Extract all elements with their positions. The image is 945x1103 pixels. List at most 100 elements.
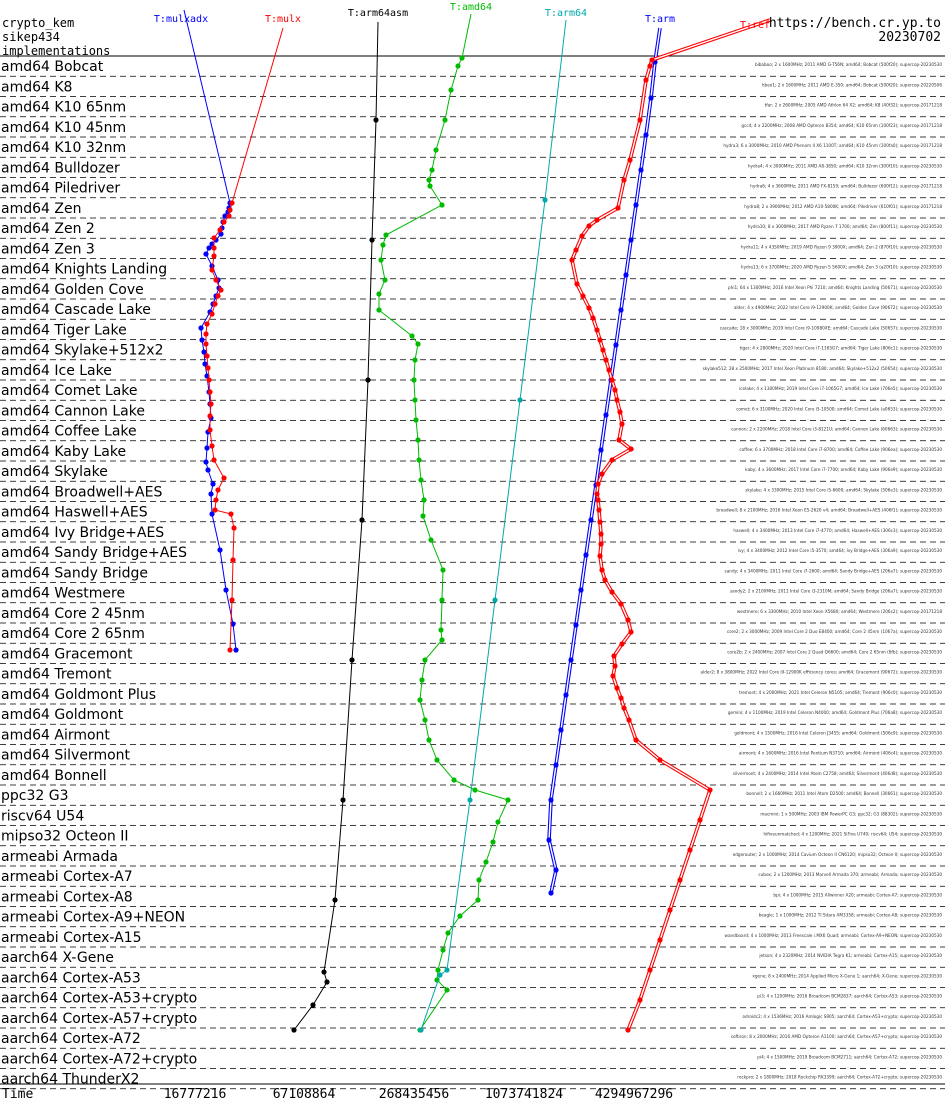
- row-meta-text: silvermont; 4 x 2400MHz; 2014 Intel Atom…: [733, 771, 942, 776]
- series-point: [483, 859, 489, 865]
- row-meta-text: edgerouter; 2 x 1000MHz; 2014 Cavium Oct…: [733, 852, 943, 857]
- series-point: [421, 497, 427, 503]
- series-point: [422, 657, 428, 663]
- series-point: [643, 77, 649, 83]
- series-point: [619, 641, 625, 647]
- row-meta-text: skylake; 4 x 3300MHz; 2015 Intel Core i5…: [745, 487, 942, 492]
- series-point: [205, 365, 211, 371]
- series-point: [210, 481, 216, 487]
- row-label: amd64 Bonnell: [1, 768, 107, 784]
- row-meta-text: westmere; 6 x 3300MHz; 2010 Intel Xeon X…: [737, 609, 942, 614]
- series-point: [615, 205, 621, 211]
- series-layer: [183, 9, 771, 1033]
- series-line: [183, 9, 237, 651]
- x-tick-label: 16777216: [164, 1087, 227, 1102]
- series-point: [579, 233, 585, 239]
- series-point: [457, 913, 463, 919]
- series-point: [602, 577, 608, 583]
- row-meta-text: odroidc2; 4 x 1536MHz; 2016 Amlogic S905…: [742, 1014, 942, 1019]
- series-point: [625, 1027, 631, 1033]
- series-point: [648, 95, 654, 101]
- series-point: [612, 387, 618, 393]
- series-point: [553, 867, 559, 873]
- series-point: [418, 1027, 424, 1033]
- series-point: [490, 839, 496, 845]
- series-t-arm64: [418, 19, 567, 1033]
- series-point: [606, 367, 612, 373]
- series-point: [420, 513, 426, 519]
- series-point: [623, 272, 629, 278]
- row-meta-text: jetson; 4 x 2320MHz; 2014 NVIDIA Tegra K…: [758, 953, 942, 958]
- series-point: [442, 117, 448, 123]
- series-point: [205, 467, 211, 473]
- series-point: [647, 63, 653, 69]
- series-point: [439, 597, 445, 603]
- header: crypto_kem sikep434 implementations http…: [2, 16, 941, 58]
- row-label: amd64 Comet Lake: [1, 383, 138, 399]
- row-meta-text: wandboard; 4 x 1000MHz; 2013 Freescale i…: [725, 933, 943, 938]
- series-point: [597, 519, 603, 525]
- series-point: [227, 207, 233, 213]
- series-point: [614, 685, 620, 691]
- series-point: [233, 647, 239, 653]
- series-point: [603, 357, 609, 363]
- series-line-outer: [570, 18, 771, 1031]
- row-label: amd64 Piledriver: [1, 181, 120, 197]
- series-point: [558, 727, 564, 733]
- series-point: [598, 531, 604, 537]
- row-meta-text: bonnell; 2 x 1660MHz; 2011 Intel Atom D2…: [746, 791, 942, 796]
- series-point: [626, 717, 632, 723]
- series-t-mulxadx: [183, 9, 239, 653]
- series-point: [657, 937, 663, 943]
- row-label: amd64 Coffee Lake: [1, 424, 137, 440]
- series-point: [435, 967, 441, 973]
- row-meta-text: beagle; 1 x 1000MHz; 2012 TI Sitara AM33…: [759, 913, 943, 918]
- series-point: [221, 475, 227, 481]
- series-t-mulx: [203, 27, 284, 653]
- series-point: [595, 481, 601, 487]
- row-label: amd64 Tremont: [1, 667, 112, 683]
- row-meta-text: ivy; 4 x 3400MHz; 2012 Intel Core i5-357…: [738, 548, 943, 553]
- series-t-arm64asm: [291, 21, 379, 1033]
- row-label: amd64 Sandy Bridge: [1, 565, 148, 581]
- series-point: [198, 325, 204, 331]
- series-label: T:arm: [645, 14, 675, 25]
- series-point: [359, 517, 365, 523]
- header-primitive: crypto_kem: [2, 16, 74, 30]
- series-point: [548, 797, 554, 803]
- x-axis-label: Time: [2, 1087, 33, 1102]
- series-point: [203, 331, 209, 337]
- row-labels: amd64 Bobcat amd64 K8 amd64 K10 65nm amd64 …: [1, 59, 197, 1088]
- series-point: [625, 617, 631, 623]
- series-point: [613, 342, 619, 348]
- series-point: [616, 437, 622, 443]
- row-meta-text: tremont; 4 x 2000MHz; 2021 Intel Celeron…: [739, 690, 942, 695]
- series-point: [223, 587, 229, 593]
- series-point: [588, 517, 594, 523]
- series-point: [416, 457, 422, 463]
- row-label: ppc32 G3: [1, 788, 69, 804]
- series-point: [310, 1002, 316, 1008]
- row-meta-text: airmont; 4 x 1600MHz; 2016 Intel Pentium…: [739, 751, 942, 756]
- row-label: amd64 Zen 3: [1, 241, 95, 257]
- series-point: [505, 797, 511, 803]
- series-point: [638, 167, 644, 173]
- row-meta-text: hydra4; 4 x 3000MHz; 2011 AMD A8-3850; a…: [748, 163, 942, 168]
- series-point: [573, 622, 579, 628]
- series-point: [596, 507, 602, 513]
- series-point: [412, 397, 418, 403]
- series-point: [445, 930, 451, 936]
- series-point: [434, 757, 440, 763]
- series-point: [609, 377, 615, 383]
- series-label: T:mulx: [265, 14, 301, 25]
- series-point: [440, 567, 446, 573]
- series-point: [553, 762, 559, 768]
- series-point: [621, 705, 627, 711]
- row-label: amd64 Broadwell+AES: [1, 484, 162, 500]
- row-label: amd64 K8: [1, 79, 72, 95]
- x-tick-label: 268435456: [379, 1087, 449, 1102]
- series-point: [207, 413, 213, 419]
- series-point: [467, 797, 473, 803]
- series-point: [569, 257, 575, 263]
- series-point: [667, 907, 673, 913]
